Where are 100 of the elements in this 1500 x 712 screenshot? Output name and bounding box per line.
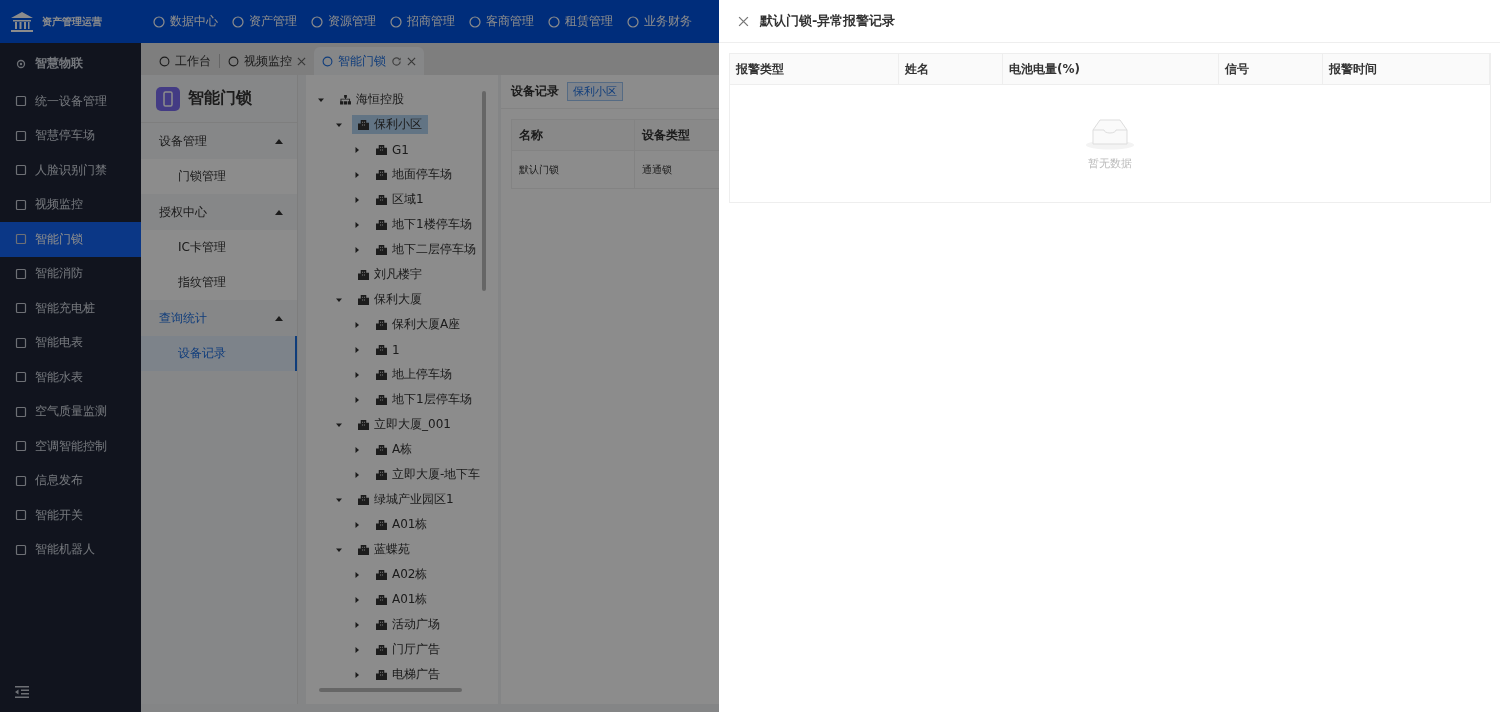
- column-header: 名称: [512, 120, 635, 150]
- tree-node[interactable]: 电梯广告: [370, 665, 446, 684]
- nav-item[interactable]: 招商管理: [390, 13, 455, 30]
- tree-node[interactable]: 地上停车场: [370, 365, 458, 384]
- tree-arrow-icon[interactable]: [354, 521, 360, 528]
- tree-arrow-icon[interactable]: [354, 621, 360, 628]
- nav-item[interactable]: 业务财务: [627, 13, 692, 30]
- close-icon[interactable]: [738, 15, 749, 27]
- tree-node[interactable]: 1: [370, 340, 406, 359]
- close-icon[interactable]: [407, 56, 416, 66]
- tree-node[interactable]: 海恒控股: [334, 90, 410, 109]
- sidebar-item[interactable]: 空气质量监测: [0, 394, 141, 429]
- sidebar-item[interactable]: 智慧停车场: [0, 118, 141, 153]
- nav-item[interactable]: 租赁管理: [548, 13, 613, 30]
- sidebar-item[interactable]: 智能门锁: [0, 222, 141, 257]
- tree-node[interactable]: 绿城产业园区1: [352, 490, 460, 509]
- circle-icon: [153, 15, 165, 28]
- tree-arrow-icon[interactable]: [354, 596, 360, 603]
- drawer-title: 默认门锁-异常报警记录: [760, 12, 896, 30]
- tree-arrow-icon[interactable]: [354, 371, 360, 378]
- tree-node[interactable]: 活动广场: [370, 615, 446, 634]
- tree-node[interactable]: 刘凡楼宇: [352, 265, 428, 284]
- tree-node[interactable]: 地下1楼停车场: [370, 215, 478, 234]
- close-icon[interactable]: [297, 56, 306, 66]
- sidebar-item[interactable]: 统一设备管理: [0, 84, 141, 119]
- tab-label: 视频监控: [244, 52, 292, 70]
- sidebar-item[interactable]: 智能机器人: [0, 532, 141, 567]
- panel-title: 设备记录: [511, 83, 559, 100]
- building-icon: [376, 519, 387, 530]
- menu-group[interactable]: 查询统计: [141, 300, 297, 336]
- building-icon: [358, 119, 369, 130]
- tree-arrow-icon[interactable]: [354, 321, 360, 328]
- nav-item[interactable]: 资源管理: [311, 13, 376, 30]
- menu-group[interactable]: 设备管理: [141, 123, 297, 159]
- tab-label: 智能门锁: [338, 52, 386, 70]
- table-cell: 默认门锁: [512, 151, 635, 188]
- tree-arrow-icon[interactable]: [318, 96, 324, 103]
- tree-arrow-icon[interactable]: [354, 396, 360, 403]
- nav-item[interactable]: 数据中心: [153, 13, 218, 30]
- tree-node[interactable]: 蓝蝶苑: [352, 540, 416, 559]
- tree-arrow-icon[interactable]: [336, 546, 342, 553]
- sidebar-item[interactable]: 智能开关: [0, 498, 141, 533]
- sidebar-item[interactable]: 智能充电桩: [0, 291, 141, 326]
- menu-group[interactable]: 授权中心: [141, 194, 297, 230]
- tree-node[interactable]: 区域1: [370, 190, 430, 209]
- tree-arrow-icon[interactable]: [336, 421, 342, 428]
- tree-arrow-icon[interactable]: [354, 171, 360, 178]
- tree-node[interactable]: 立即大厦-地下车: [370, 465, 487, 484]
- scrollbar[interactable]: [482, 91, 486, 291]
- refresh-icon[interactable]: [391, 55, 402, 67]
- sidebar-item[interactable]: 视频监控: [0, 187, 141, 222]
- menu-item[interactable]: 门锁管理: [141, 159, 297, 194]
- square-icon: [15, 440, 27, 453]
- tree-arrow-icon[interactable]: [354, 346, 360, 353]
- sidebar-item[interactable]: 智能水表: [0, 360, 141, 395]
- tab[interactable]: 视频监控: [220, 47, 314, 75]
- tree-arrow-icon[interactable]: [354, 246, 360, 253]
- building-icon: [376, 594, 387, 605]
- menu-item[interactable]: IC卡管理: [141, 230, 297, 265]
- circle-icon: [390, 15, 402, 28]
- tree-node[interactable]: A01栋: [370, 515, 434, 534]
- sidebar-item[interactable]: 智能电表: [0, 325, 141, 360]
- scrollbar[interactable]: [319, 688, 462, 692]
- sidebar-item[interactable]: 人脸识别门禁: [0, 153, 141, 188]
- tree-node[interactable]: 地下1层停车场: [370, 390, 478, 409]
- tree-arrow-icon[interactable]: [354, 646, 360, 653]
- menu-item[interactable]: 设备记录: [141, 336, 297, 371]
- square-icon: [15, 233, 27, 246]
- tree-node[interactable]: A02栋: [370, 565, 434, 584]
- building-icon: [376, 219, 387, 230]
- square-icon: [15, 129, 27, 142]
- tree-arrow-icon[interactable]: [354, 221, 360, 228]
- tree-node[interactable]: 门厅广告: [370, 640, 446, 659]
- collapse-menu-icon[interactable]: [15, 686, 29, 698]
- tree-node[interactable]: 地下二层停车场: [370, 240, 482, 259]
- tree-node[interactable]: 地面停车场: [370, 165, 458, 184]
- nav-item[interactable]: 客商管理: [469, 13, 534, 30]
- sidebar-item[interactable]: 信息发布: [0, 463, 141, 498]
- tree-node[interactable]: 保利大厦: [352, 290, 428, 309]
- tree-arrow-icon[interactable]: [354, 471, 360, 478]
- tree-arrow-icon[interactable]: [354, 146, 360, 153]
- tab[interactable]: 工作台: [151, 47, 219, 75]
- sidebar-item[interactable]: 空调智能控制: [0, 429, 141, 464]
- tree-arrow-icon[interactable]: [336, 496, 342, 503]
- tree-arrow-icon[interactable]: [354, 571, 360, 578]
- tab[interactable]: 智能门锁: [314, 47, 424, 75]
- tree-node[interactable]: 立即大厦_001: [352, 415, 457, 434]
- tree-node[interactable]: 保利小区: [352, 115, 428, 134]
- tree-node[interactable]: A栋: [370, 440, 419, 459]
- tree-arrow-icon[interactable]: [354, 446, 360, 453]
- tree-arrow-icon[interactable]: [354, 671, 360, 678]
- menu-item[interactable]: 指纹管理: [141, 265, 297, 300]
- tree-node[interactable]: A01栋: [370, 590, 434, 609]
- tree-arrow-icon[interactable]: [354, 196, 360, 203]
- tree-node[interactable]: 保利大厦A座: [370, 315, 467, 334]
- tree-arrow-icon[interactable]: [336, 296, 342, 303]
- app-title: 资产管理运营: [42, 14, 102, 29]
- tree-node[interactable]: G1: [370, 140, 415, 159]
- nav-item[interactable]: 资产管理: [232, 13, 297, 30]
- tree-arrow-icon[interactable]: [336, 121, 342, 128]
